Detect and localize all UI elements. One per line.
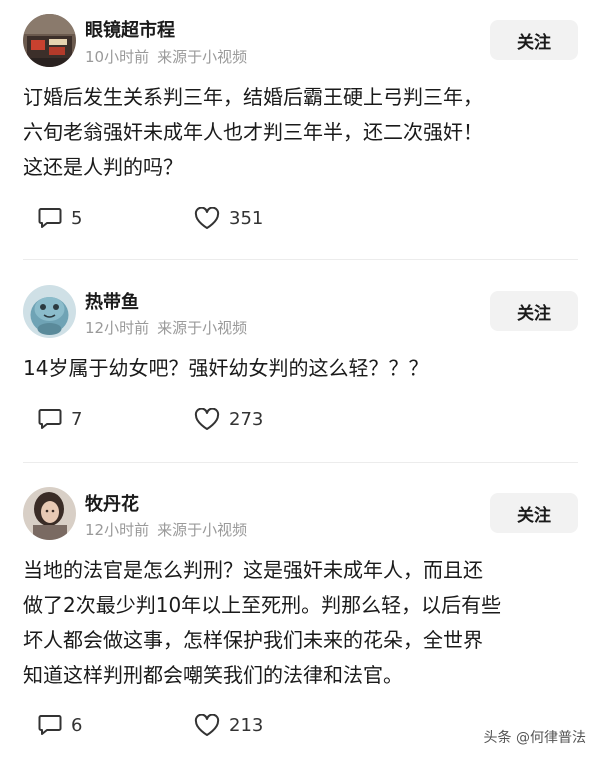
follow-button[interactable]: 关注 bbox=[490, 291, 578, 331]
source-label: 来源于小视频 bbox=[157, 521, 248, 539]
follow-button[interactable]: 关注 bbox=[490, 493, 578, 533]
source-label: 来源于小视频 bbox=[157, 319, 248, 337]
comment-card: 热带鱼 12小时前 来源于小视频 关注 14岁属于幼女吧？强奸幼女判的这么轻？？？… bbox=[0, 260, 600, 463]
comment-text: 14岁属于幼女吧？强奸幼女判的这么轻？？？ bbox=[23, 351, 578, 386]
reply-button[interactable]: 7 bbox=[38, 408, 82, 430]
speech-bubble-icon bbox=[38, 408, 62, 430]
comment-actions: 6 213 bbox=[38, 714, 338, 738]
reply-button[interactable]: 6 bbox=[38, 714, 82, 736]
timestamp: 10小时前 bbox=[85, 48, 150, 66]
username[interactable]: 牧丹花 bbox=[85, 490, 139, 516]
reply-count: 5 bbox=[71, 207, 83, 229]
comment-text-line: 这还是人判的吗？ bbox=[23, 155, 183, 179]
comment-meta: 12小时前 来源于小视频 bbox=[85, 519, 247, 540]
like-count: 273 bbox=[229, 409, 264, 430]
heart-icon bbox=[194, 714, 220, 737]
timestamp: 12小时前 bbox=[85, 319, 150, 337]
username[interactable]: 热带鱼 bbox=[85, 288, 139, 314]
comment-text: 订婚后发生关系判三年，结婚后霸王硬上弓判三年， 六旬老翁强奸未成年人也才判三年半… bbox=[23, 80, 578, 185]
comment-text-line: 坏人都会做这事，怎样保护我们未来的花朵，全世界 bbox=[23, 628, 483, 652]
speech-bubble-icon bbox=[38, 207, 62, 229]
comment-text-line: 六旬老翁强奸未成年人也才判三年半，还二次强奸！ bbox=[23, 120, 483, 144]
comment-text: 当地的法官是怎么判刑？这是强奸未成年人，而且还 做了2次最少判10年以上至死刑。… bbox=[23, 553, 578, 693]
reply-count: 7 bbox=[71, 408, 83, 430]
timestamp: 12小时前 bbox=[85, 521, 150, 539]
source-label: 来源于小视频 bbox=[157, 48, 248, 66]
heart-icon bbox=[194, 408, 220, 431]
speech-bubble-icon bbox=[38, 714, 62, 736]
like-count: 213 bbox=[229, 715, 264, 736]
avatar[interactable] bbox=[23, 14, 76, 67]
follow-button[interactable]: 关注 bbox=[490, 20, 578, 60]
comment-text-line: 知道这样判刑都会嘲笑我们的法律和法官。 bbox=[23, 663, 403, 687]
comment-meta: 12小时前 来源于小视频 bbox=[85, 317, 247, 338]
username[interactable]: 眼镜超市程 bbox=[85, 16, 175, 42]
like-count: 351 bbox=[229, 208, 264, 229]
reply-button[interactable]: 5 bbox=[38, 207, 82, 229]
like-button[interactable]: 351 bbox=[194, 207, 263, 230]
heart-icon bbox=[194, 207, 220, 230]
comment-text-line: 当地的法官是怎么判刑？这是强奸未成年人，而且还 bbox=[23, 558, 483, 582]
reply-count: 6 bbox=[71, 714, 83, 736]
watermark: 头条 @何律普法 bbox=[483, 730, 586, 746]
like-button[interactable]: 273 bbox=[194, 408, 263, 431]
comment-text-line: 做了2次最少判10年以上至死刑。判那么轻，以后有些 bbox=[23, 593, 502, 617]
avatar[interactable] bbox=[23, 487, 76, 540]
comment-meta: 10小时前 来源于小视频 bbox=[85, 46, 247, 67]
comment-text-line: 14岁属于幼女吧？强奸幼女判的这么轻？？？ bbox=[23, 356, 429, 380]
comment-actions: 5 351 bbox=[38, 207, 338, 231]
like-button[interactable]: 213 bbox=[194, 714, 263, 737]
comment-card: 眼镜超市程 10小时前 来源于小视频 关注 订婚后发生关系判三年，结婚后霸王硬上弓… bbox=[0, 0, 600, 260]
avatar[interactable] bbox=[23, 285, 76, 338]
comment-text-line: 订婚后发生关系判三年，结婚后霸王硬上弓判三年， bbox=[23, 85, 483, 109]
comment-actions: 7 273 bbox=[38, 408, 338, 432]
comment-card: 牧丹花 12小时前 来源于小视频 关注 当地的法官是怎么判刑？这是强奸未成年人，而… bbox=[0, 463, 600, 759]
